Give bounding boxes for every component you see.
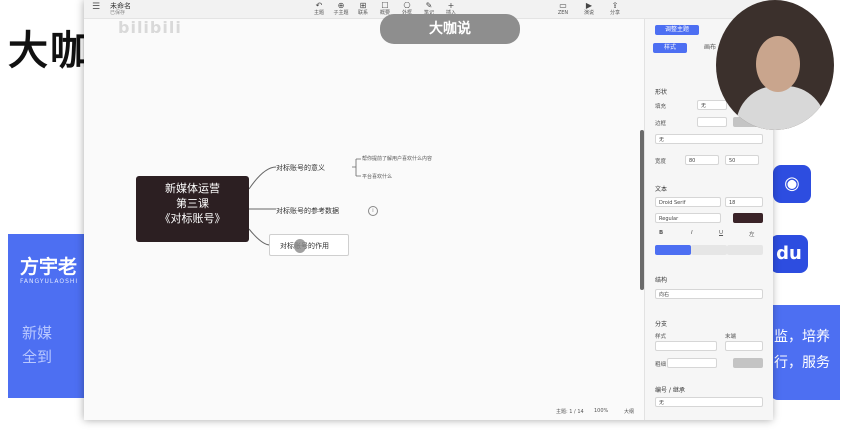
font-weight-select[interactable]: Regular <box>655 213 721 223</box>
numbering-select[interactable]: 无 <box>655 397 763 407</box>
bold-button[interactable]: B <box>659 230 663 236</box>
menu-icon[interactable]: ☰ <box>92 2 100 12</box>
topic-count: 主题: 1 / 14 <box>556 409 584 415</box>
branch-style-label: 样式 <box>655 334 667 340</box>
pitch-button[interactable]: ▶ 演说 <box>578 1 600 17</box>
mindmap-canvas[interactable]: 新媒体运营 第三课 《对标账号》 对标账号的意义 对标账号的参考数据 i 对标账… <box>84 19 644 403</box>
baidu-icon: du <box>770 235 808 273</box>
presenter-line-1: 新媒 <box>22 324 53 342</box>
slide-title: 大咖 <box>8 28 92 74</box>
branch-topic-reference-data[interactable]: 对标账号的参考数据 <box>276 206 339 216</box>
branch-width-label: 粗细 <box>655 362 667 368</box>
root-topic[interactable]: 新媒体运营 第三课 《对标账号》 <box>136 176 249 242</box>
bilibili-watermark: bilibili <box>118 18 182 37</box>
presenter-webcam <box>716 0 834 130</box>
presenter-shirt <box>736 86 826 130</box>
font-family-select[interactable]: Droid Serif <box>655 197 721 207</box>
overlay-badge: 大咖说 <box>380 14 520 44</box>
fill-select[interactable]: 无 <box>697 100 727 110</box>
align-center-button[interactable] <box>691 245 727 255</box>
branch-line-select[interactable] <box>655 341 717 351</box>
underline-button[interactable]: U <box>719 230 723 236</box>
root-line-1: 新媒体运营 <box>165 182 220 195</box>
slogan-line-2: 行，服务 <box>774 355 830 371</box>
cursor-icon <box>294 239 306 253</box>
border-style-select[interactable] <box>697 117 727 127</box>
info-icon[interactable]: i <box>368 206 378 216</box>
toolbar-topic-button[interactable]: ↶ 主题 <box>308 1 330 17</box>
branch-topic-meaning[interactable]: 对标账号的意义 <box>276 163 325 173</box>
zen-mode-button[interactable]: ▭ ZEN <box>552 1 574 17</box>
toolbar-subtopic-button[interactable]: ⊕ 子主题 <box>330 1 352 17</box>
mindmap-window: ☰ 未命名 已保存 ↶ 主题 ⊕ 子主题 ⊞ 联系 ☐ 概要 ⎔ 外框 ✎ 笔记 + 插入 ▭… <box>84 0 773 420</box>
zoom-level[interactable]: 100% <box>594 408 608 414</box>
align-left-button[interactable] <box>655 245 691 255</box>
status-bar: 主题: 1 / 14 100% 大纲 <box>84 403 644 420</box>
tab-style[interactable]: 样式 <box>653 43 687 53</box>
app-icon: ◉ <box>773 165 811 203</box>
border-label: 边框 <box>655 121 667 127</box>
document-status: 已保存 <box>110 10 126 16</box>
slogan-line-1: 监，培养 <box>774 329 830 345</box>
branch-end-select[interactable] <box>725 341 763 351</box>
section-numbering[interactable]: 编号 / 继承 <box>655 385 685 394</box>
root-line-2: 第三课 <box>176 197 209 210</box>
fill-label: 填充 <box>655 104 667 110</box>
leaf-topic-platform[interactable]: 平台喜欢什么 <box>362 173 392 180</box>
italic-button[interactable]: I <box>691 230 693 236</box>
border-value-select[interactable]: 无 <box>655 134 763 144</box>
branch-color-swatch[interactable] <box>733 358 763 368</box>
height-input[interactable]: 50 <box>725 155 759 165</box>
text-align-select[interactable]: 左 <box>749 230 755 238</box>
width-label: 宽度 <box>655 159 667 165</box>
text-color-swatch[interactable] <box>733 213 763 223</box>
align-right-button[interactable] <box>727 245 763 255</box>
presenter-sub: FANGYULAOSHI <box>20 278 79 285</box>
section-branch[interactable]: 分支 <box>655 319 667 328</box>
font-size-select[interactable]: 18 <box>725 197 763 207</box>
presenter-name: 方宇老 <box>20 256 78 278</box>
presenter-face <box>756 36 800 92</box>
leaf-topic-user-content[interactable]: 帮你提前了解用户喜欢什么内容 <box>362 155 432 162</box>
adjust-theme-button[interactable]: 调整主题 <box>655 25 699 35</box>
branch-width-select[interactable] <box>667 358 717 368</box>
section-text[interactable]: 文本 <box>655 184 667 193</box>
structure-select[interactable]: 向右 <box>655 289 763 299</box>
width-input[interactable]: 80 <box>685 155 719 165</box>
section-shape[interactable]: 形状 <box>655 87 667 96</box>
share-button[interactable]: ⇪ 分享 <box>604 1 626 17</box>
toolbar-relation-button[interactable]: ⊞ 联系 <box>352 1 374 17</box>
root-line-3: 《对标账号》 <box>159 212 226 225</box>
presenter-line-2: 全到 <box>22 348 53 366</box>
branch-end-label: 末端 <box>725 334 737 340</box>
outline-toggle[interactable]: 大纲 <box>624 408 634 415</box>
section-structure[interactable]: 结构 <box>655 275 667 284</box>
